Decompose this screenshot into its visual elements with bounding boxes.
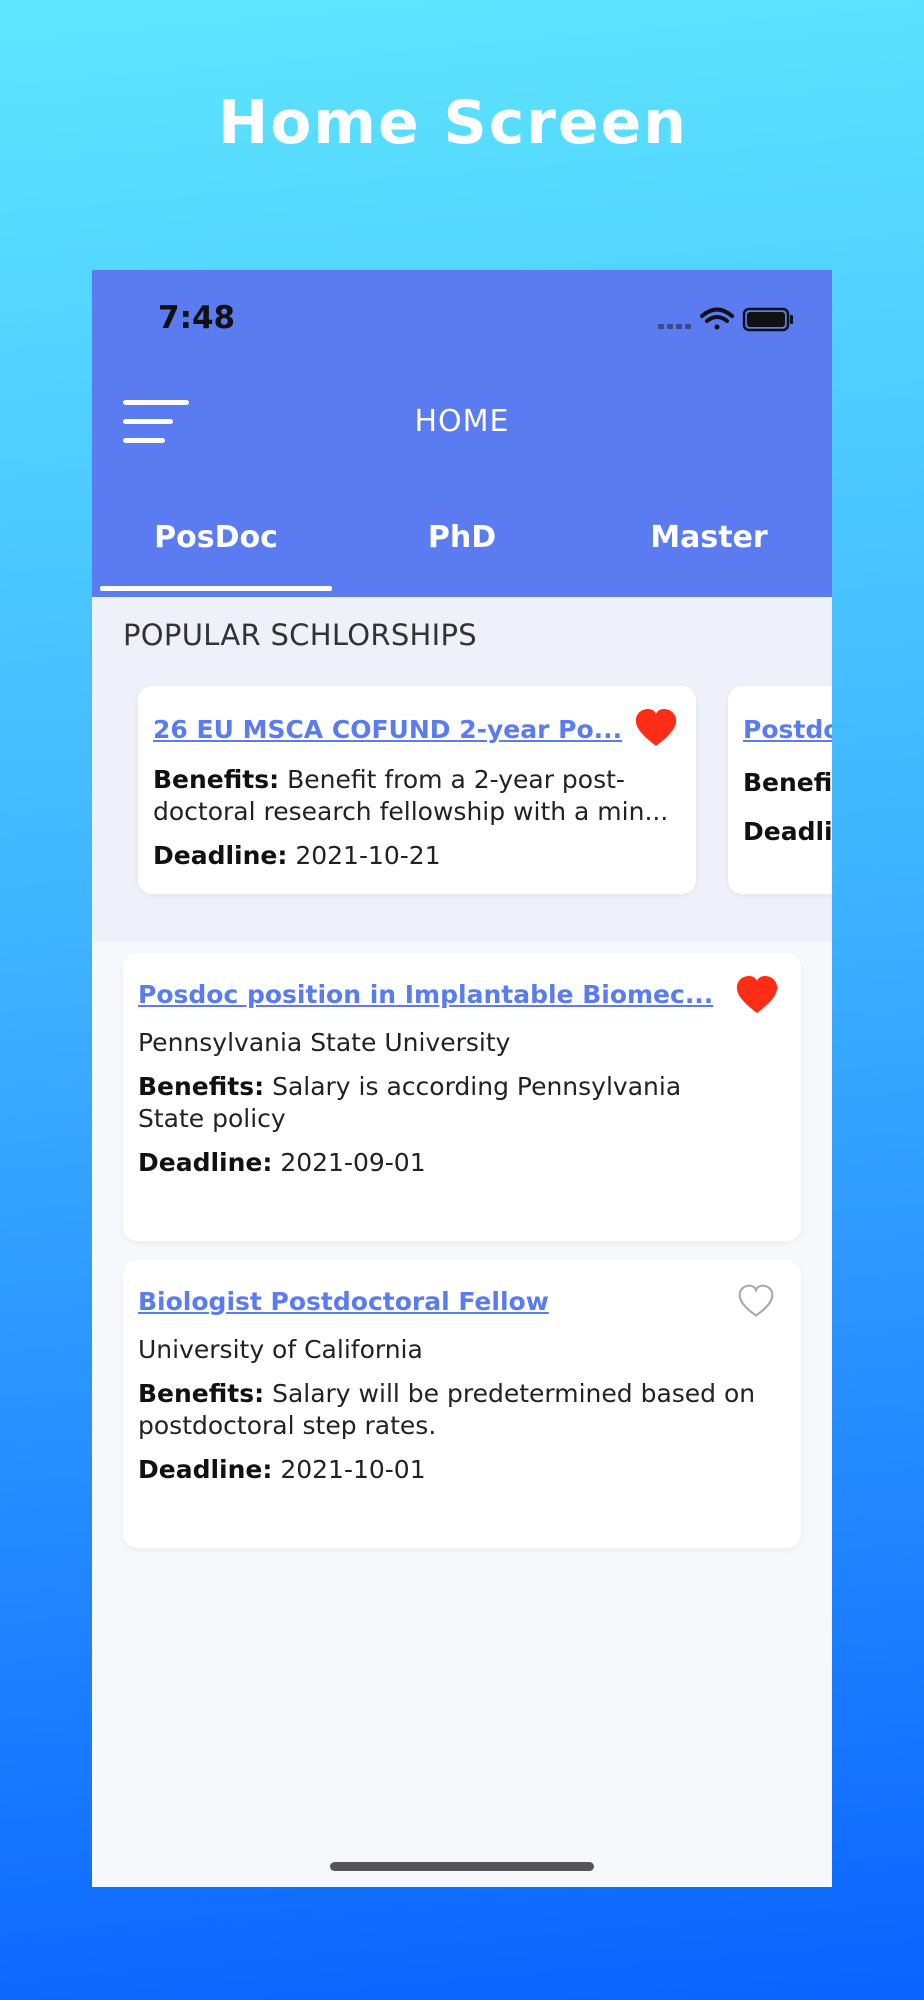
card-benefits: Benefits: Salary is according Pennsylvan… <box>138 1071 738 1103</box>
card-benefits: Benefits: Benefit from a 2-year post- <box>153 764 683 796</box>
deadline-label: Deadline: <box>138 1455 273 1484</box>
tab-phd[interactable]: PhD <box>347 520 577 555</box>
header-title: HOME <box>414 404 510 439</box>
scholarship-card[interactable]: Posdoc position in Implantable Biomec...… <box>123 953 801 1241</box>
popular-section: POPULAR SCHLORSHIPS 26 EU MSCA COFUND 2-… <box>92 597 832 942</box>
card-title-link[interactable]: Posdoc position in Implantable Biomec... <box>138 980 718 1009</box>
card-deadline: Deadline: 2021-09-01 <box>138 1147 426 1179</box>
card-title-link[interactable]: Biologist Postdoctoral Fellow <box>138 1287 698 1316</box>
deadline-value: 2021-09-01 <box>280 1148 426 1177</box>
battery-icon <box>742 307 793 332</box>
card-benefits: Benefits: Salary will be predetermined b… <box>138 1378 758 1410</box>
benefits-text: Benefit from a 2-year post- <box>287 765 625 794</box>
app-header: 7:48 HOME PosDoc PhD Master <box>92 270 832 597</box>
section-title: POPULAR SCHLORSHIPS <box>123 618 477 652</box>
benefits-text-line2: State policy <box>138 1104 286 1133</box>
benefits-label: Benefits: <box>153 765 280 794</box>
benefits-text-line2: postdoctoral step rates. <box>138 1411 437 1440</box>
benefits-label: Benefi <box>743 768 832 797</box>
card-university: Pennsylvania State University <box>138 1028 511 1057</box>
popular-card[interactable]: 26 EU MSCA COFUND 2-year Po... Benefits:… <box>138 686 696 894</box>
card-benefits: Benefi <box>743 767 832 799</box>
card-deadline: Deadline: 2021-10-01 <box>138 1454 426 1486</box>
home-indicator[interactable] <box>330 1862 594 1871</box>
benefits-text: Salary is according Pennsylvania <box>272 1072 682 1101</box>
card-title-link[interactable]: Postdo <box>743 715 832 744</box>
scholarship-card[interactable]: Biologist Postdoctoral Fellow University… <box>123 1260 801 1548</box>
tab-posdoc[interactable]: PosDoc <box>101 520 331 555</box>
signal-icon <box>658 324 691 329</box>
card-title-link[interactable]: 26 EU MSCA COFUND 2-year Po... <box>153 715 623 744</box>
deadline-value: 2021-10-21 <box>295 841 441 870</box>
benefits-text-line2: doctoral research fellowship with a min.… <box>153 797 669 826</box>
benefits-text: Salary will be predetermined based on <box>272 1379 756 1408</box>
deadline-label: Deadline: <box>138 1148 273 1177</box>
heart-filled-icon[interactable] <box>735 975 779 1015</box>
heart-outline-icon[interactable] <box>737 1284 775 1318</box>
benefits-label: Benefits: <box>138 1379 265 1408</box>
wifi-icon <box>700 307 734 330</box>
promo-title: Home Screen <box>217 88 688 158</box>
card-deadline: Deadli <box>743 816 832 848</box>
tab-active-indicator <box>100 586 332 591</box>
benefits-label: Benefits: <box>138 1072 265 1101</box>
tab-master[interactable]: Master <box>594 520 824 555</box>
status-time: 7:48 <box>158 300 236 336</box>
status-icons <box>658 307 793 332</box>
popular-card-partial[interactable]: Postdo Benefi Deadli <box>728 686 832 894</box>
deadline-value: 2021-10-01 <box>280 1455 426 1484</box>
deadline-label: Deadline: <box>153 841 288 870</box>
card-deadline: Deadline: 2021-10-21 <box>153 840 441 872</box>
heart-filled-icon[interactable] <box>634 708 678 748</box>
deadline-label: Deadli <box>743 817 832 846</box>
phone-screen: 7:48 HOME PosDoc PhD Master POPULAR SCHL… <box>92 270 832 1887</box>
card-university: University of California <box>138 1335 423 1364</box>
